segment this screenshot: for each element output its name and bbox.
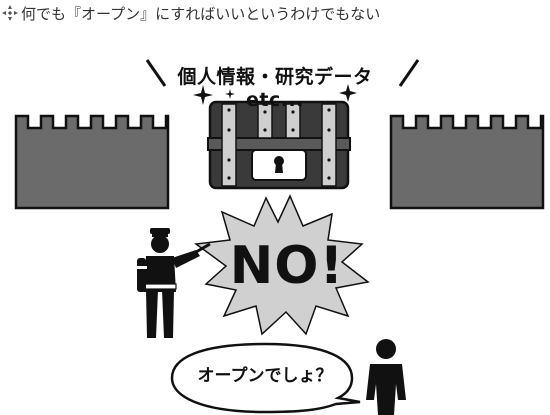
emphasis-line-left	[145, 59, 167, 87]
person-figure-icon	[366, 339, 406, 415]
treasure-label: 個人情報・研究データ etc...	[177, 66, 373, 111]
no-shout-text: NO!	[229, 236, 345, 296]
emphasis-line-right	[398, 59, 420, 87]
castle-wall-right	[389, 114, 545, 210]
treasure-chest-icon	[207, 100, 351, 190]
castle-wall-left	[14, 114, 170, 210]
speech-bubble-text: オープンでしょ？	[197, 366, 333, 386]
